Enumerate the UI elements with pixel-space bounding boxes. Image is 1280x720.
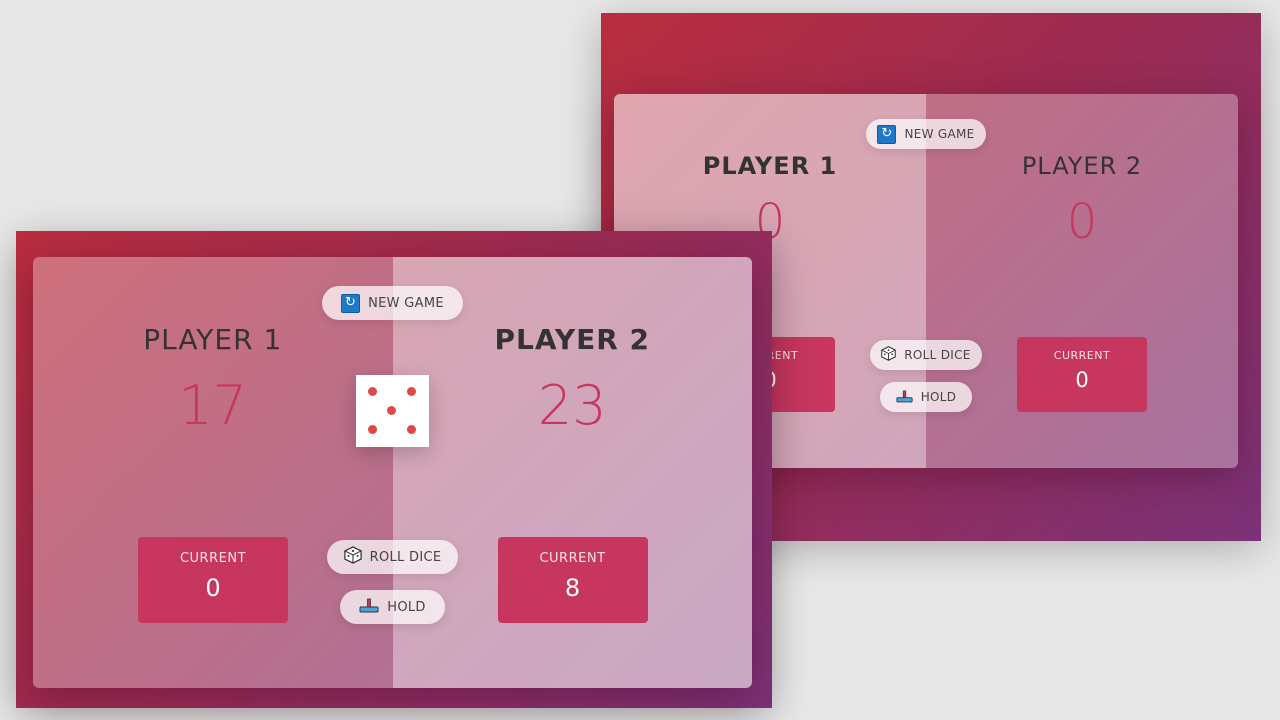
- player-2-name: PLAYER 2: [494, 323, 651, 356]
- game-board: PLAYER 1 17 CURRENT 0 PLAYER 2 23 CURREN…: [33, 257, 752, 688]
- player-1-panel: PLAYER 1 17 CURRENT 0: [33, 257, 393, 688]
- dice-pip: [387, 406, 396, 415]
- new-game-label: NEW GAME: [904, 127, 975, 141]
- game-window-front: PLAYER 1 17 CURRENT 0 PLAYER 2 23 CURREN…: [16, 231, 772, 708]
- player-1-current-score: 0: [205, 574, 221, 602]
- player-1-name: PLAYER 1: [143, 323, 283, 356]
- refresh-icon: ↻: [877, 124, 897, 144]
- player-2-score: 0: [1066, 194, 1098, 250]
- dice-pip: [407, 425, 416, 434]
- dice-pip: [368, 387, 377, 396]
- hold-label: HOLD: [387, 599, 426, 615]
- player-2-panel: PLAYER 2 23 CURRENT 8: [392, 257, 752, 688]
- roll-dice-label: ROLL DICE: [904, 348, 971, 362]
- hold-tray-icon: [359, 597, 379, 617]
- roll-dice-label: ROLL DICE: [369, 549, 442, 565]
- roll-dice-button[interactable]: ROLL DICE: [870, 340, 982, 370]
- new-game-label: NEW GAME: [368, 295, 444, 311]
- hold-button[interactable]: HOLD: [340, 590, 445, 624]
- dice-pip: [407, 387, 416, 396]
- new-game-button[interactable]: ↻ NEW GAME: [866, 119, 986, 149]
- hold-tray-icon: [896, 389, 913, 406]
- player-1-current-box: CURRENT 0: [138, 537, 288, 623]
- hold-label: HOLD: [920, 390, 957, 404]
- refresh-icon: ↻: [341, 293, 361, 313]
- player-2-current-score: 8: [564, 574, 581, 602]
- player-1-name: PLAYER 1: [702, 152, 838, 180]
- dice-pip: [368, 425, 377, 434]
- player-1-score: 17: [178, 374, 248, 437]
- player-2-current-label: CURRENT: [1053, 349, 1111, 362]
- player-2-current-label: CURRENT: [539, 551, 606, 566]
- player-2-name: PLAYER 2: [1021, 152, 1143, 180]
- player-2-current-box: CURRENT 8: [497, 537, 648, 623]
- dice-icon: [881, 346, 897, 364]
- dice: [356, 375, 429, 447]
- dice-icon: [343, 546, 362, 568]
- player-2-score: 23: [537, 374, 607, 437]
- player-2-current-box: CURRENT 0: [1017, 337, 1147, 412]
- hold-button[interactable]: HOLD: [880, 382, 972, 412]
- roll-dice-button[interactable]: ROLL DICE: [327, 540, 458, 574]
- player-1-current-label: CURRENT: [179, 551, 247, 566]
- player-2-panel: PLAYER 2 0 CURRENT 0: [926, 94, 1238, 468]
- new-game-button[interactable]: ↻ NEW GAME: [322, 286, 463, 320]
- player-2-current-score: 0: [1075, 368, 1089, 392]
